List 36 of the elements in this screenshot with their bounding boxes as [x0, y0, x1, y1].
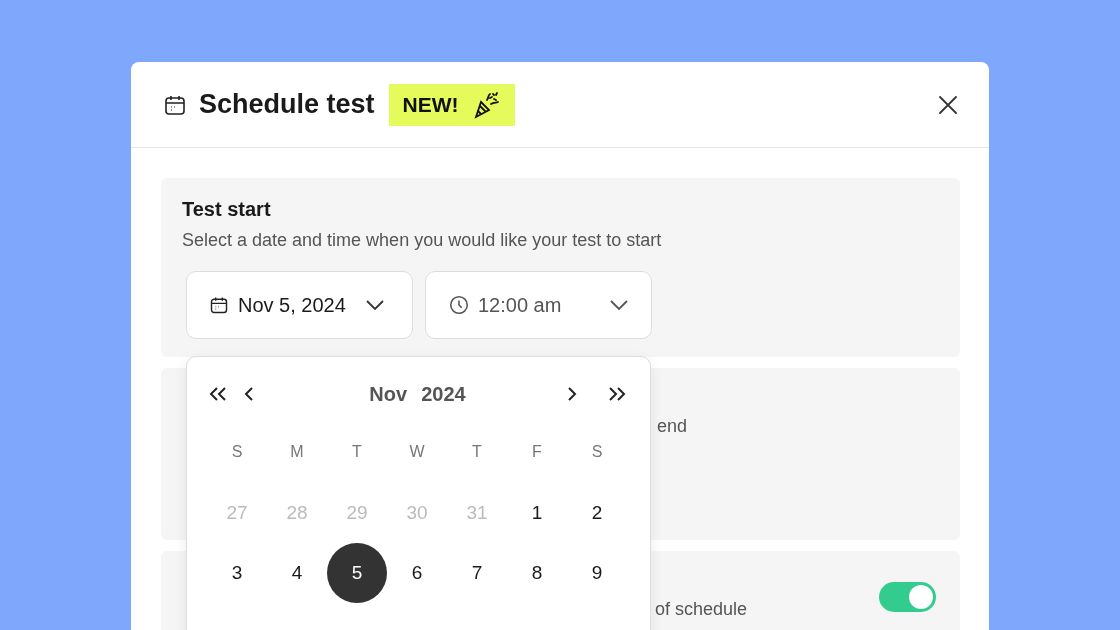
- double-chevron-right-icon[interactable]: [606, 386, 628, 402]
- section-title: Test start: [182, 198, 271, 221]
- calendar-day[interactable]: 7: [447, 543, 507, 603]
- chevron-left-icon[interactable]: [243, 386, 255, 402]
- weekday-label: W: [409, 443, 425, 461]
- weekday-label: F: [532, 443, 542, 461]
- weekday-label: T: [472, 443, 482, 461]
- section-description: end: [657, 416, 688, 437]
- calendar-day[interactable]: 5: [327, 543, 387, 603]
- date-picker[interactable]: Nov 5, 2024: [186, 271, 413, 339]
- weekday-label: S: [591, 443, 603, 461]
- calendar-day[interactable]: 8: [507, 543, 567, 603]
- section-description: of schedule: [655, 599, 748, 620]
- weekday-label: M: [290, 443, 304, 461]
- calendar-day[interactable]: 9: [567, 543, 627, 603]
- dialog-title: Schedule test: [199, 89, 375, 120]
- calendar-day[interactable]: 3: [207, 543, 267, 603]
- weekday-label: T: [352, 443, 362, 461]
- calendar-day[interactable]: 4: [267, 543, 327, 603]
- clock-icon: [448, 294, 470, 316]
- chevron-right-icon[interactable]: [566, 386, 578, 402]
- year-label[interactable]: 2024: [421, 382, 466, 406]
- close-button[interactable]: [937, 93, 959, 116]
- weekday-label: S: [231, 443, 243, 461]
- double-chevron-left-icon[interactable]: [207, 386, 229, 402]
- section-description: Select a date and time when you would like your test to start: [182, 230, 662, 251]
- badge-label: NEW!: [402, 92, 459, 117]
- calendar-day[interactable]: 1: [507, 483, 567, 543]
- time-picker[interactable]: 12:00 am: [425, 271, 652, 339]
- chevron-down-icon: [364, 299, 385, 311]
- month-label[interactable]: Nov: [369, 382, 408, 406]
- calendar-day[interactable]: 6: [387, 543, 447, 603]
- toggle-switch[interactable]: [879, 582, 936, 612]
- chevron-down-icon: [609, 299, 629, 311]
- calendar-icon: [209, 295, 229, 315]
- calendar-day[interactable]: 2: [567, 483, 627, 543]
